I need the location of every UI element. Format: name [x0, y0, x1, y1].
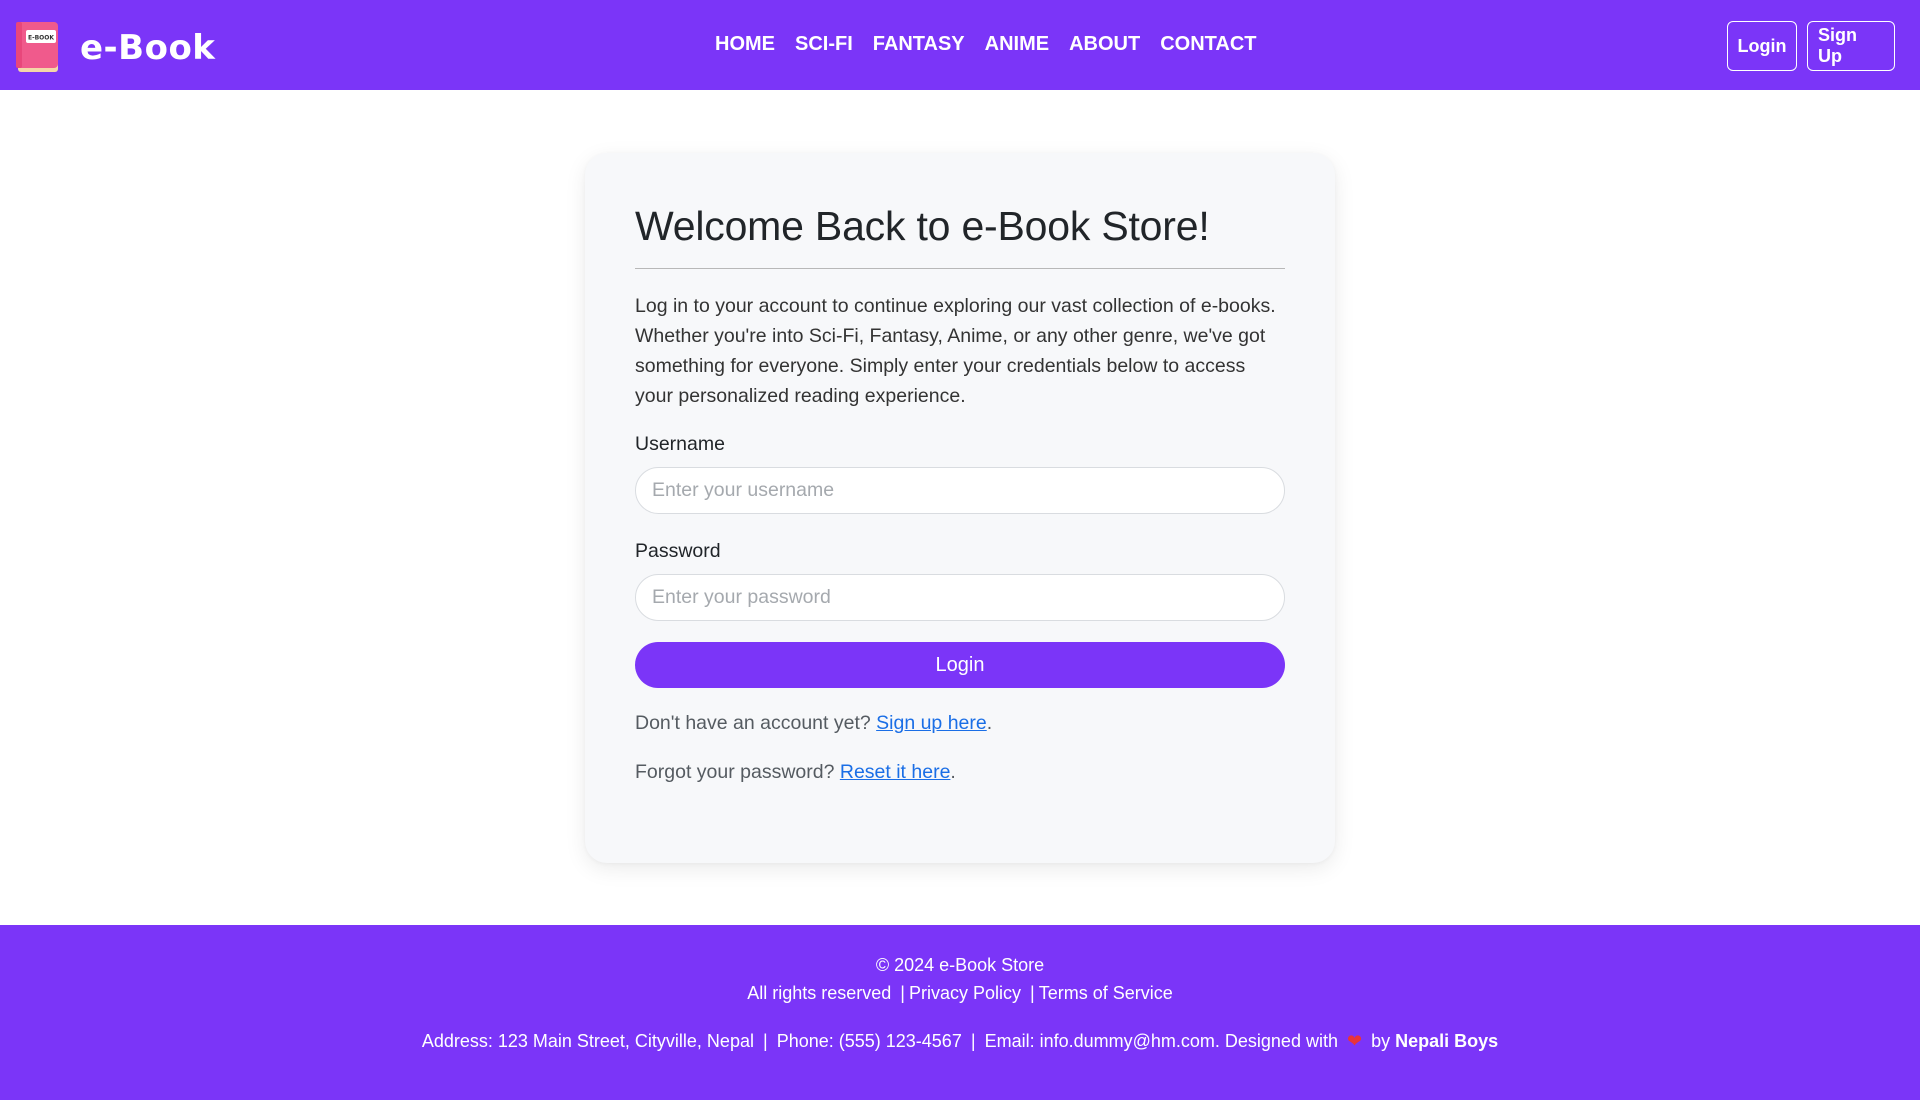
- footer-contact-line: Address: 123 Main Street, Cityville, Nep…: [0, 1031, 1920, 1052]
- page-title: Welcome Back to e-Book Store!: [635, 203, 1210, 249]
- nav-link-fantasy[interactable]: FANTASY: [873, 33, 965, 56]
- navbar: E-BOOK e-Book HOME SCI-FI FANTASY ANIME …: [0, 0, 1920, 90]
- footer-by: by: [1371, 1031, 1391, 1051]
- login-card: Welcome Back to e-Book Store! Log in to …: [585, 153, 1335, 863]
- signup-prompt-text: Don't have an account yet?: [635, 712, 871, 734]
- reset-period: .: [950, 761, 956, 783]
- footer-legal-line: All rights reserved | Privacy Policy | Ter…: [0, 983, 1920, 1004]
- nav-auth-buttons: Login Sign Up: [1727, 21, 1895, 71]
- reset-prompt-text: Forgot your password?: [635, 761, 835, 783]
- signup-period: .: [986, 712, 993, 734]
- signup-link[interactable]: Sign up here: [876, 712, 987, 734]
- footer: © 2024 e-Book Store All rights reserved …: [0, 925, 1920, 1100]
- nav-link-home[interactable]: HOME: [715, 33, 775, 56]
- footer-rights: All rights reserved: [747, 983, 892, 1003]
- title-divider: [635, 268, 1285, 269]
- brand[interactable]: E-BOOK e-Book: [16, 22, 215, 74]
- signup-prompt-line: Don't have an account yet? Sign up here.: [635, 712, 1285, 735]
- nav-link-anime[interactable]: ANIME: [985, 33, 1049, 56]
- password-label: Password: [635, 540, 721, 562]
- reset-password-link[interactable]: Reset it here: [840, 761, 951, 783]
- nav-signup-button[interactable]: Sign Up: [1807, 21, 1895, 71]
- heart-icon: ❤: [1346, 1031, 1363, 1051]
- username-label: Username: [635, 433, 725, 455]
- intro-text: Log in to your account to continue explo…: [635, 295, 1276, 407]
- logo-text: E-BOOK: [28, 35, 54, 42]
- footer-phone: Phone: (555) 123-4567: [776, 1031, 962, 1051]
- footer-separator: |: [970, 1031, 976, 1051]
- book-logo-icon: E-BOOK: [16, 22, 62, 74]
- footer-email: Email: info.dummy@hm.com.: [984, 1031, 1220, 1051]
- footer-copyright: © 2024 e-Book Store: [875, 955, 1045, 975]
- nav-link-about[interactable]: ABOUT: [1069, 33, 1140, 56]
- footer-author: Nepali Boys: [1395, 1031, 1499, 1051]
- brand-name: e-Book: [80, 28, 216, 68]
- username-input[interactable]: [635, 467, 1285, 514]
- footer-address: Address: 123 Main Street, Cityville, Nep…: [421, 1031, 754, 1051]
- nav-link-sci-fi[interactable]: SCI-FI: [795, 33, 853, 56]
- password-input[interactable]: [635, 574, 1285, 621]
- reset-prompt-line: Forgot your password? Reset it here.: [635, 761, 1285, 784]
- footer-designed-with: Designed with: [1224, 1031, 1338, 1051]
- privacy-policy-link[interactable]: Privacy Policy: [909, 983, 1021, 1003]
- footer-separator: |: [762, 1031, 768, 1051]
- footer-separator: |: [900, 983, 905, 1003]
- main-nav: HOME SCI-FI FANTASY ANIME ABOUT CONTACT: [715, 33, 1256, 56]
- nav-link-contact[interactable]: CONTACT: [1160, 33, 1256, 56]
- footer-separator: |: [1030, 983, 1035, 1003]
- terms-of-service-link[interactable]: Terms of Service: [1039, 983, 1173, 1003]
- login-button[interactable]: Login: [635, 642, 1285, 688]
- nav-login-button[interactable]: Login: [1727, 21, 1797, 71]
